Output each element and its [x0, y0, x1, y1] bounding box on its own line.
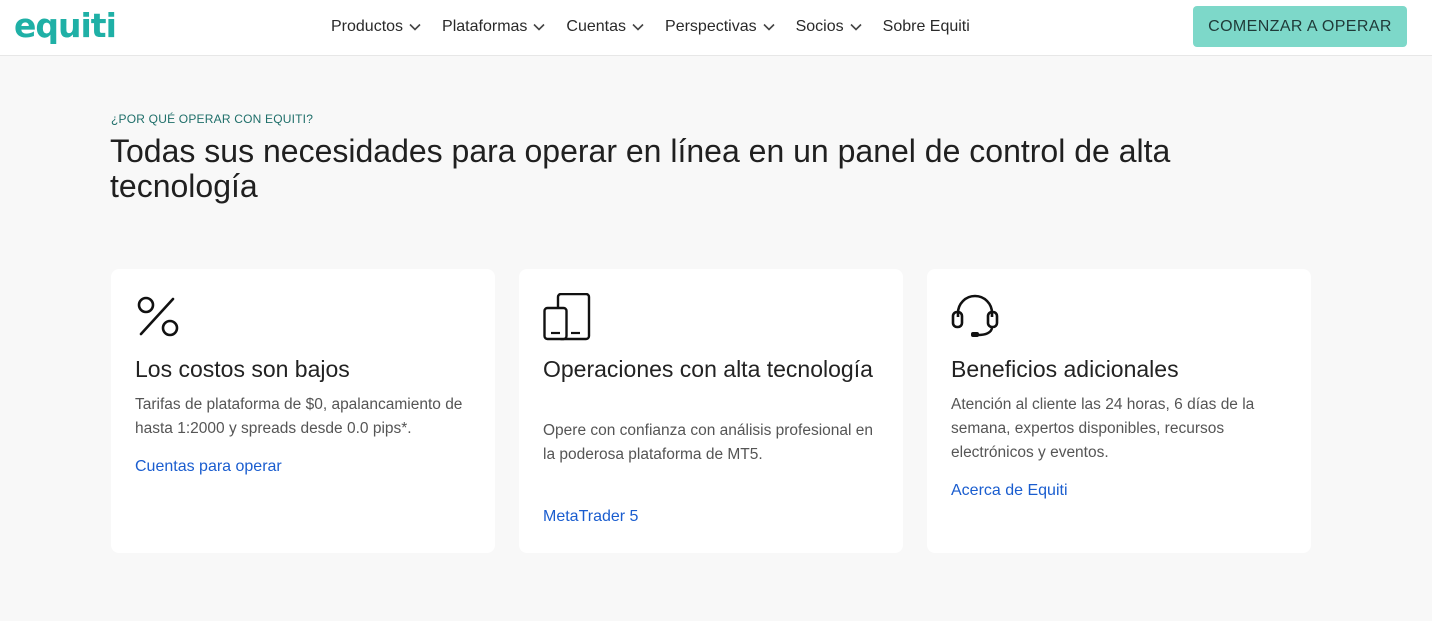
- feature-card-technology: Operaciones con alta tecnología Opere co…: [519, 269, 903, 553]
- chevron-down-icon: [409, 23, 421, 31]
- headset-icon: [951, 293, 999, 341]
- section-headline: Todas sus necesidades para operar en lín…: [110, 133, 1171, 204]
- chevron-down-icon: [763, 23, 775, 31]
- feature-card-benefits: Beneficios adicionales Atención al clien…: [927, 269, 1311, 553]
- nav-label: Cuentas: [566, 18, 627, 35]
- accounts-link[interactable]: Cuentas para operar: [135, 458, 282, 476]
- devices-icon: [543, 292, 591, 341]
- main-nav: Productos Plataformas Cuentas Perspectiv…: [331, 0, 991, 54]
- start-trading-button[interactable]: COMENZAR A OPERAR: [1193, 6, 1407, 47]
- nav-productos[interactable]: Productos: [331, 18, 421, 36]
- metatrader5-link[interactable]: MetaTrader 5: [543, 508, 638, 526]
- percent-icon: [135, 293, 183, 341]
- equiti-logo[interactable]: equiti: [14, 6, 117, 46]
- card-description: Tarifas de plataforma de $0, apalancamie…: [135, 396, 463, 437]
- site-header: equiti Productos Plataformas Cuentas Per…: [0, 0, 1432, 56]
- card-title: Beneficios adicionales: [951, 356, 1179, 382]
- card-title: Operaciones con alta tecnología: [543, 356, 873, 382]
- nav-perspectivas[interactable]: Perspectivas: [665, 18, 775, 36]
- nav-label: Sobre Equiti: [882, 18, 970, 35]
- nav-plataformas[interactable]: Plataformas: [442, 18, 545, 36]
- nav-label: Socios: [795, 18, 844, 35]
- card-description: Opere con confianza con análisis profesi…: [543, 422, 874, 463]
- chevron-down-icon: [533, 23, 545, 31]
- card-description: Atención al cliente las 24 horas, 6 días…: [951, 396, 1255, 461]
- nav-label: Productos: [331, 18, 404, 35]
- card-title: Los costos son bajos: [135, 356, 350, 382]
- nav-cuentas[interactable]: Cuentas: [566, 18, 644, 36]
- nav-socios[interactable]: Socios: [796, 18, 862, 36]
- nav-sobre-equiti[interactable]: Sobre Equiti: [883, 18, 970, 36]
- nav-label: Perspectivas: [665, 18, 757, 35]
- chevron-down-icon: [632, 23, 644, 31]
- feature-card-costs: Los costos son bajos Tarifas de platafor…: [111, 269, 495, 553]
- about-equiti-link[interactable]: Acerca de Equiti: [951, 482, 1068, 500]
- chevron-down-icon: [850, 23, 862, 31]
- nav-label: Plataformas: [442, 18, 528, 35]
- section-eyebrow: ¿POR QUÉ OPERAR CON EQUITI?: [111, 112, 314, 126]
